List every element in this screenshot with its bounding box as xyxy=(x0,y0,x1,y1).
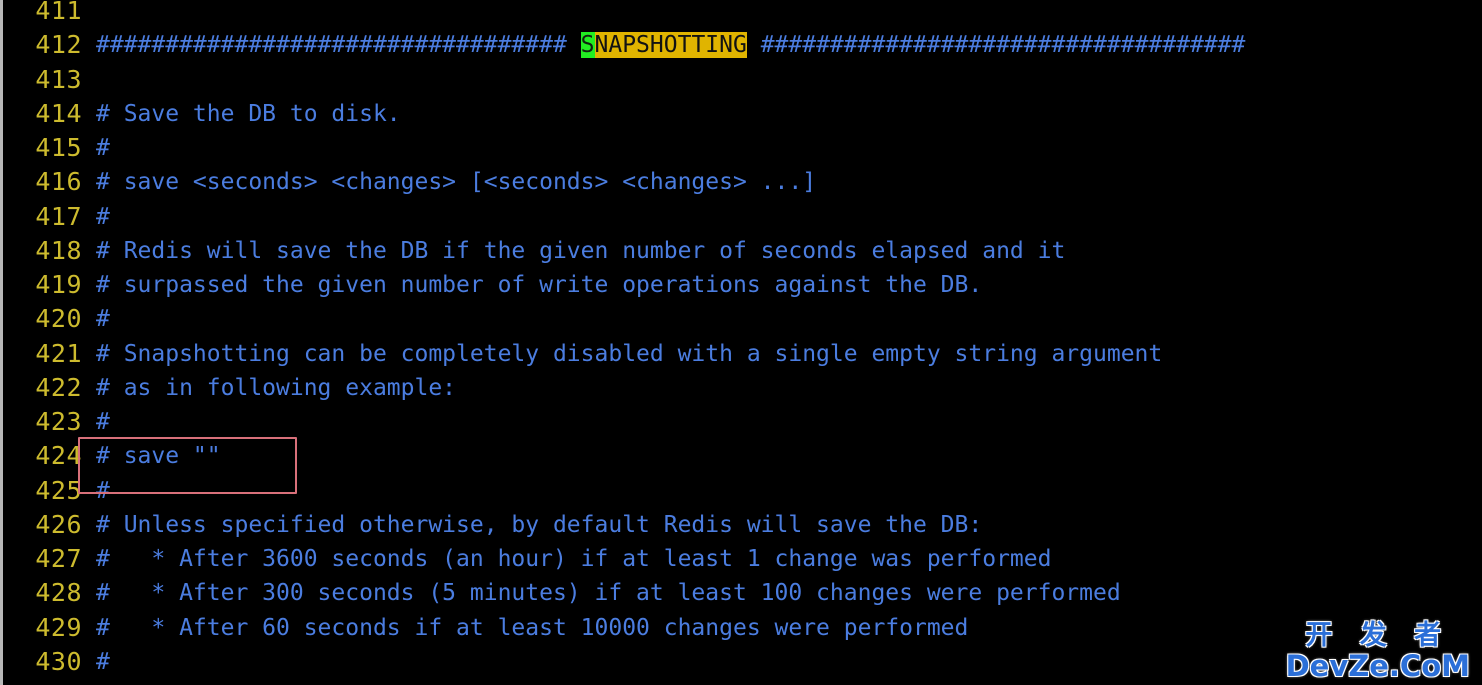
line-number: 415 xyxy=(35,133,82,162)
code-line[interactable]: 412 ################################## SN… xyxy=(0,28,1482,62)
line-number: 418 xyxy=(35,235,82,265)
code-line[interactable]: 418 # Redis will save the DB if the given… xyxy=(0,234,1482,268)
line-text[interactable]: # * After 3600 seconds (an hour) if at l… xyxy=(96,542,1051,576)
line-text[interactable]: # save <seconds> <changes> [<seconds> <c… xyxy=(96,165,816,199)
code-line[interactable]: 417 # xyxy=(0,200,1482,234)
line-text[interactable]: # xyxy=(96,302,110,336)
line-text[interactable]: # xyxy=(96,200,110,234)
code-lines-container[interactable]: 411 412 ##################################… xyxy=(0,0,1482,679)
code-line[interactable]: 427 # * After 3600 seconds (an hour) if a… xyxy=(0,542,1482,576)
search-match-highlight: NAPSHOTTING xyxy=(594,32,747,59)
line-text[interactable]: # surpassed the given number of write op… xyxy=(96,268,982,302)
code-line[interactable]: 414 # Save the DB to disk. xyxy=(0,97,1482,131)
line-number: 413 xyxy=(35,64,82,94)
code-line[interactable]: 415 # xyxy=(0,131,1482,165)
code-line[interactable]: 422 # as in following example: xyxy=(0,371,1482,405)
code-line[interactable]: 411 xyxy=(0,0,1482,28)
text-cursor: S xyxy=(580,32,595,59)
line-text[interactable]: # as in following example: xyxy=(96,371,456,405)
line-text[interactable]: ################################## SNAPS… xyxy=(96,28,1245,62)
code-line[interactable]: 428 # * After 300 seconds (5 minutes) if … xyxy=(0,576,1482,610)
line-number: 412 xyxy=(35,30,82,60)
line-text[interactable]: # xyxy=(96,474,110,508)
line-number: 423 xyxy=(35,407,82,436)
line-number: 430 xyxy=(35,646,82,676)
code-editor-viewport[interactable]: 411 412 ##################################… xyxy=(0,0,1482,685)
line-text[interactable]: # xyxy=(96,131,110,165)
line-text[interactable]: # Snapshotting can be completely disable… xyxy=(96,337,1162,371)
line-text[interactable]: # Redis will save the DB if the given nu… xyxy=(96,234,1065,268)
line-text[interactable]: # * After 300 seconds (5 minutes) if at … xyxy=(96,576,1121,610)
code-line[interactable]: 419 # surpassed the given number of write… xyxy=(0,268,1482,302)
line-text[interactable]: # xyxy=(96,645,110,679)
code-line[interactable]: 420 # xyxy=(0,302,1482,336)
line-text[interactable]: # save "" xyxy=(96,439,221,473)
line-text[interactable]: # Save the DB to disk. xyxy=(96,97,401,131)
code-line[interactable]: 423 # xyxy=(0,405,1482,439)
line-number: 420 xyxy=(35,304,82,334)
line-number: 429 xyxy=(35,612,82,642)
line-number: 419 xyxy=(35,270,82,299)
line-text[interactable]: # * After 60 seconds if at least 10000 c… xyxy=(96,611,968,645)
line-number: 426 xyxy=(35,509,82,539)
line-number: 428 xyxy=(35,578,82,608)
code-line[interactable]: 421 # Snapshotting can be completely disa… xyxy=(0,337,1482,371)
line-number: 422 xyxy=(35,372,82,402)
line-text-segment: ################################### xyxy=(746,32,1246,59)
line-text[interactable]: # xyxy=(96,405,110,439)
code-line[interactable]: 430 # xyxy=(0,645,1482,679)
line-number: 425 xyxy=(35,475,82,505)
code-line[interactable]: 426 # Unless specified otherwise, by defa… xyxy=(0,508,1482,542)
code-line[interactable]: 424 # save "" xyxy=(0,439,1482,473)
line-number: 414 xyxy=(35,98,82,128)
line-text-segment: ################################## xyxy=(96,32,581,59)
line-number: 424 xyxy=(35,441,82,471)
line-number: 421 xyxy=(35,338,82,368)
code-line[interactable]: 425 # xyxy=(0,474,1482,508)
code-line[interactable]: 413 xyxy=(0,63,1482,97)
line-number: 417 xyxy=(35,201,82,231)
code-line[interactable]: 429 # * After 60 seconds if at least 1000… xyxy=(0,611,1482,645)
code-line[interactable]: 416 # save <seconds> <changes> [<seconds>… xyxy=(0,165,1482,199)
line-text[interactable]: # Unless specified otherwise, by default… xyxy=(96,508,982,542)
line-number: 411 xyxy=(35,0,82,25)
line-number: 427 xyxy=(35,544,82,573)
line-number: 416 xyxy=(35,167,82,197)
